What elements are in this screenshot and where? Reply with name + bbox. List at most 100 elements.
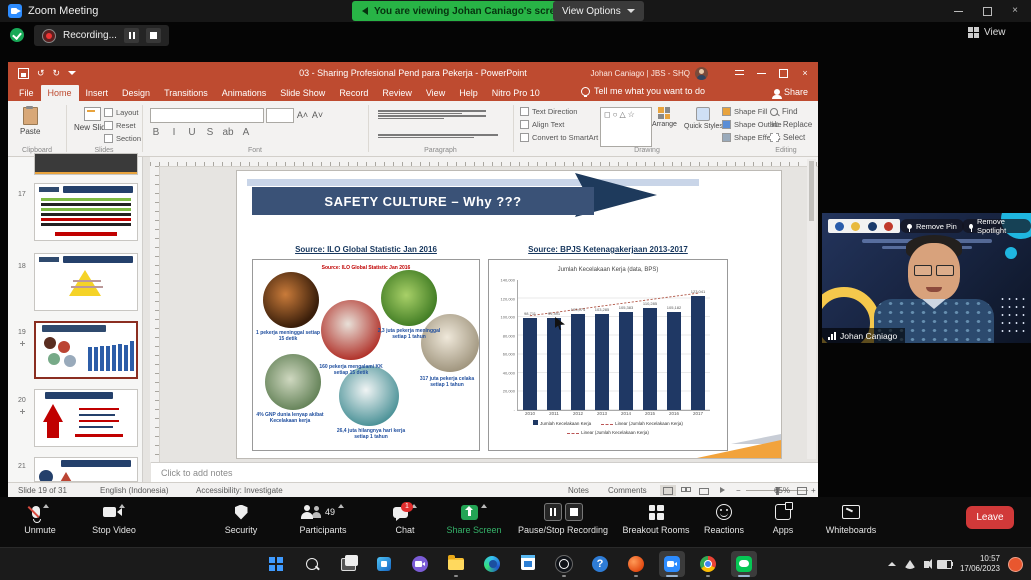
reading-view-button[interactable]	[696, 485, 712, 496]
get-help-icon[interactable]: ?	[587, 551, 613, 577]
pause-recording-icon[interactable]	[544, 503, 562, 521]
view-options-button[interactable]: View Options	[553, 1, 644, 21]
start-icon[interactable]	[263, 551, 289, 577]
ribbon-tab[interactable]: Nitro Pro 10	[485, 85, 547, 101]
shrink-font-icon[interactable]: A˅	[311, 110, 324, 120]
store-icon[interactable]	[515, 551, 541, 577]
search-icon[interactable]	[299, 551, 325, 577]
ppt-account[interactable]: Johan Caniago | JBS - SHQ	[591, 67, 708, 80]
zoom-out-button[interactable]: −	[736, 486, 741, 495]
participants-button[interactable]: 49 Participants	[278, 502, 368, 535]
font-size-input[interactable]	[266, 108, 294, 123]
ribbon-tab[interactable]: Review	[375, 85, 419, 101]
ribbon-tab[interactable]: Insert	[79, 85, 116, 101]
notification-badge[interactable]	[1008, 557, 1023, 572]
ribbon-tab[interactable]: Help	[452, 85, 485, 101]
share-chevron[interactable]	[481, 504, 487, 508]
slide-canvas[interactable]: SAFETY CULTURE – Why ??? Source: ILO Glo…	[237, 171, 781, 458]
slide-21-thumbnail-partial[interactable]	[34, 457, 138, 482]
slide-19-thumbnail-selected[interactable]	[34, 321, 138, 379]
horizontal-ruler[interactable]	[150, 157, 818, 167]
reset-button[interactable]: Reset	[104, 121, 136, 130]
gallery-view-button[interactable]: View	[968, 27, 1006, 38]
volume-icon[interactable]	[924, 561, 929, 568]
tell-me-box[interactable]: Tell me what you want to do	[581, 86, 705, 99]
comments-toggle[interactable]: Comments	[608, 486, 647, 495]
quick-styles-button[interactable]: Quick Styles	[684, 107, 723, 130]
pause-recording-button[interactable]	[124, 28, 139, 43]
ribbon-tab[interactable]: View	[419, 85, 452, 101]
shape-fill-button[interactable]: Shape Fill	[722, 107, 767, 116]
ppt-close-button[interactable]: ×	[796, 66, 814, 80]
select-button[interactable]: Select	[770, 133, 805, 142]
task-view-icon[interactable]	[335, 551, 361, 577]
whiteboards-button[interactable]: Whiteboards	[806, 502, 896, 535]
shapes-gallery[interactable]: ◻○△☆	[600, 107, 652, 147]
taskbar-clock[interactable]: 10:57 17/06/2023	[960, 554, 1000, 574]
font-style-button[interactable]: I	[168, 127, 180, 138]
participants-chevron[interactable]	[338, 504, 344, 508]
text-direction-button[interactable]: Text Direction	[520, 107, 577, 116]
edge-icon[interactable]	[479, 551, 505, 577]
slide-20-thumbnail[interactable]	[34, 389, 138, 447]
video-app-icon[interactable]	[407, 551, 433, 577]
pause-stop-recording-button[interactable]: Pause/Stop Recording	[503, 502, 623, 535]
font-style-button[interactable]: B	[150, 127, 162, 138]
slide-thumbnail-panel[interactable]: 17 18 19	[8, 157, 143, 482]
stop-recording-icon[interactable]	[565, 503, 583, 521]
obs-icon[interactable]	[551, 551, 577, 577]
system-tray[interactable]: 10:57 17/06/2023	[888, 551, 1023, 577]
find-button[interactable]: Find	[770, 107, 798, 116]
remove-spotlight-button[interactable]: Remove Spotlight	[962, 219, 1031, 233]
leave-button[interactable]: Leave	[966, 506, 1014, 529]
close-button[interactable]: ×	[1004, 4, 1026, 18]
battery-icon[interactable]	[937, 560, 952, 569]
language-status[interactable]: English (Indonesia)	[100, 486, 168, 495]
replace-button[interactable]: abReplace	[770, 120, 812, 129]
line-icon[interactable]	[731, 551, 757, 577]
accessibility-status[interactable]: Accessibility: Investigate	[196, 486, 283, 495]
ribbon-tab[interactable]: Design	[115, 85, 157, 101]
font-style-button[interactable]: ab	[222, 127, 234, 138]
orange-app-icon[interactable]	[623, 551, 649, 577]
zoom-in-button[interactable]: +	[811, 486, 816, 495]
stop-recording-button[interactable]	[146, 28, 161, 43]
ribbon-tab[interactable]: Slide Show	[273, 85, 332, 101]
maximize-button[interactable]	[976, 4, 998, 18]
align-buttons[interactable]	[378, 133, 498, 139]
vertical-ruler[interactable]	[150, 166, 160, 462]
grow-font-icon[interactable]: A˄	[296, 110, 309, 120]
ribbon-tab[interactable]: Home	[41, 85, 79, 101]
zoom-level[interactable]: 65%	[774, 486, 790, 495]
ppt-restore-button[interactable]	[774, 66, 792, 80]
slide-18-thumbnail[interactable]	[34, 253, 138, 311]
vertical-scrollbar[interactable]	[807, 159, 816, 459]
paragraph-buttons[interactable]	[378, 109, 498, 120]
slide-sorter-view-button[interactable]	[678, 485, 694, 496]
hidden-icons-chevron[interactable]	[888, 562, 896, 566]
stop-video-button[interactable]: Stop Video	[69, 502, 159, 535]
section-button[interactable]: Section	[104, 134, 141, 143]
ribbon-tab[interactable]: Animations	[215, 85, 274, 101]
ppt-minimize-button[interactable]	[752, 66, 770, 80]
slide-16-thumbnail-partial[interactable]	[34, 153, 138, 175]
font-name-input[interactable]	[150, 108, 264, 123]
wifi-icon[interactable]	[904, 560, 916, 569]
notes-toggle[interactable]: Notes	[568, 486, 589, 495]
widgets-icon[interactable]	[371, 551, 397, 577]
mic-options-chevron[interactable]	[43, 504, 49, 508]
security-button[interactable]: Security	[196, 502, 286, 535]
remove-pin-button[interactable]: Remove Pin	[900, 219, 964, 233]
file-explorer-icon[interactable]	[443, 551, 469, 577]
align-text-button[interactable]: Align Text	[520, 120, 564, 129]
normal-view-button[interactable]	[660, 485, 676, 496]
arrange-button[interactable]: Arrange	[652, 107, 677, 128]
ribbon-tab[interactable]: Transitions	[157, 85, 215, 101]
ribbon-tab[interactable]: File	[12, 85, 41, 101]
slideshow-view-button[interactable]	[714, 485, 730, 496]
notes-pane[interactable]: Click to add notes	[151, 462, 818, 483]
participant-video-tile[interactable]: Remove Pin Remove Spotlight Johan Caniag…	[822, 213, 1031, 343]
minimize-button[interactable]	[948, 4, 970, 18]
layout-button[interactable]: Layout	[104, 108, 139, 117]
ppt-share-button[interactable]: Share	[774, 87, 808, 97]
